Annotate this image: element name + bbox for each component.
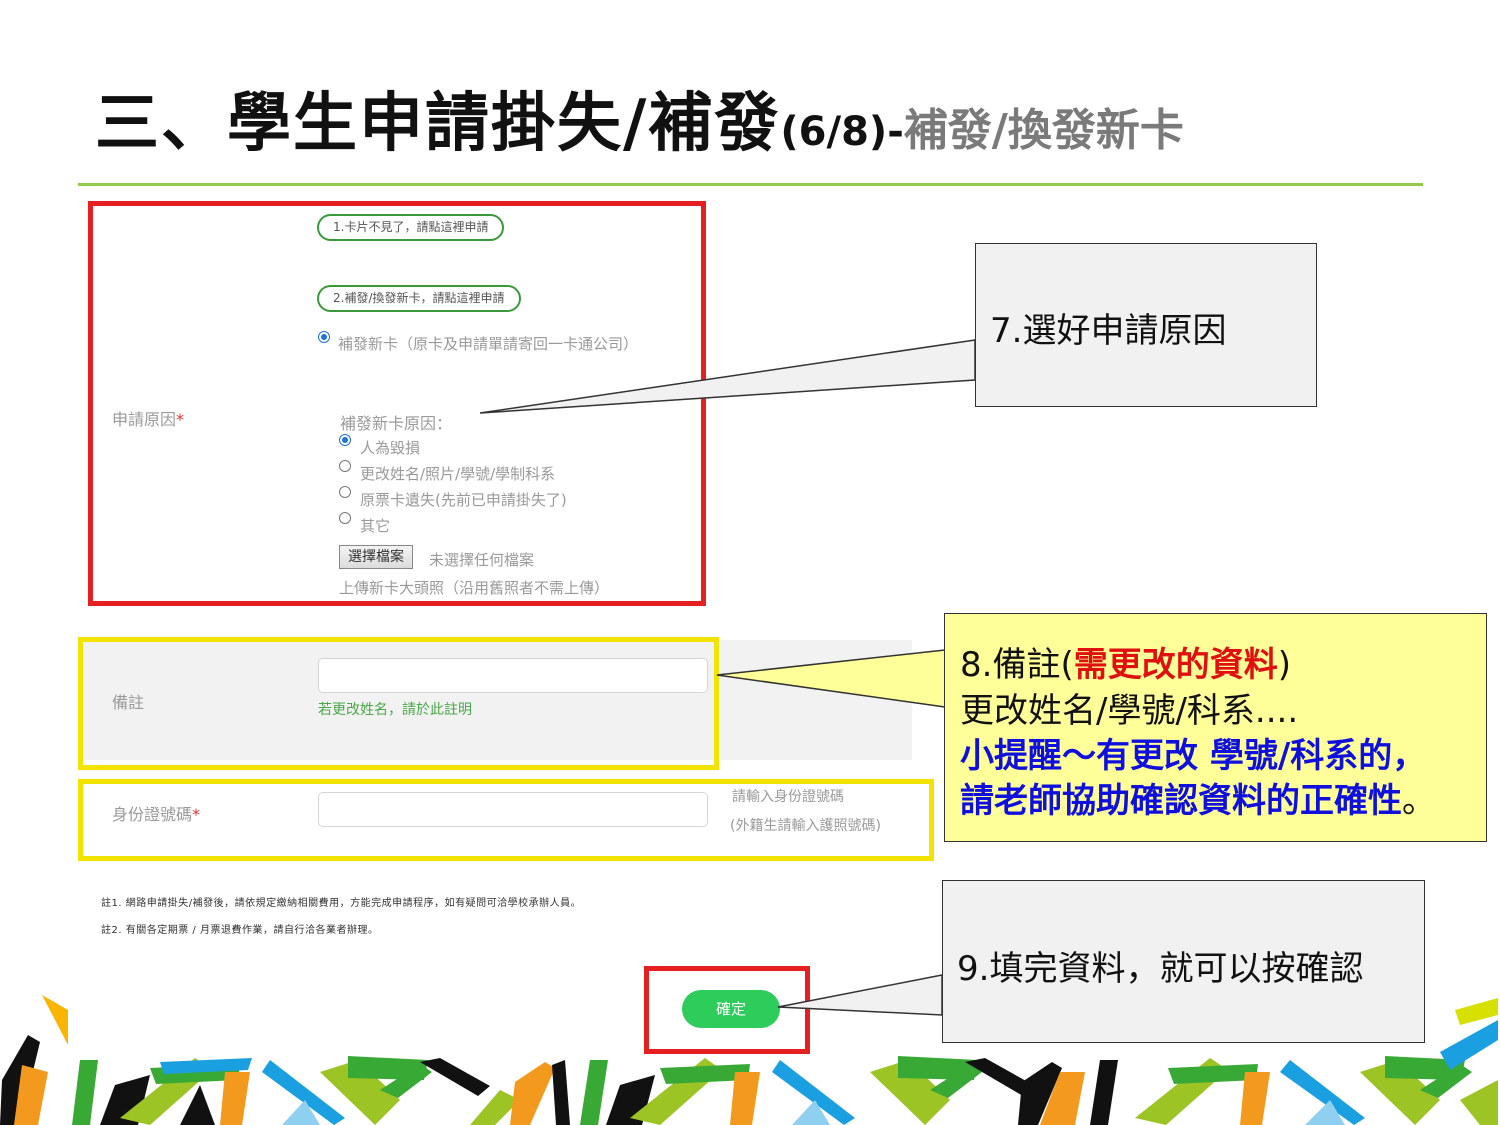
pointer-step9 bbox=[777, 974, 943, 1016]
callout-step8-line3: 小提醒～有更改 學號/科系的， bbox=[960, 736, 1427, 776]
callout-step9-text: 9.填完資料，就可以按確認 bbox=[957, 949, 1364, 989]
pointer-step7 bbox=[479, 339, 976, 414]
callout-step8-line1: 8.備註(需更改的資料) bbox=[960, 645, 1291, 685]
pointer-step8 bbox=[716, 649, 946, 708]
callout-step8-line4: 請老師協助確認資料的正確性。 bbox=[960, 781, 1436, 821]
callout-step7-text: 7.選好申請原因 bbox=[990, 311, 1227, 351]
callout-step8-line2: 更改姓名/學號/科系.... bbox=[960, 691, 1299, 731]
